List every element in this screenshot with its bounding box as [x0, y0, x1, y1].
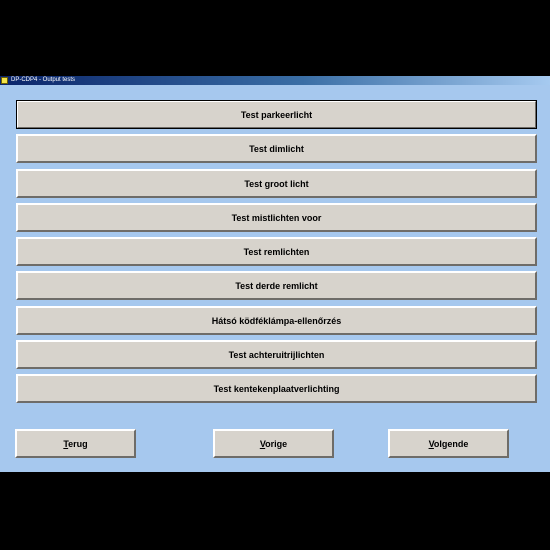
- test-remlichten-button[interactable]: Test remlichten: [16, 237, 537, 266]
- button-label: Test dimlicht: [249, 143, 304, 154]
- back-button[interactable]: Terug: [15, 429, 136, 458]
- previous-button-label: Vorige: [259, 438, 288, 449]
- app-icon: [1, 77, 8, 84]
- button-label: Test mistlichten voor: [231, 212, 322, 223]
- button-label: Test groot licht: [244, 178, 309, 189]
- test-kentekenplaatverlichting-button[interactable]: Test kentekenplaatverlichting: [16, 374, 537, 403]
- previous-button[interactable]: Vorige: [213, 429, 334, 458]
- button-label: Test kentekenplaatverlichting: [213, 383, 340, 394]
- test-dimlicht-button[interactable]: Test dimlicht: [16, 134, 537, 163]
- button-label: Test remlichten: [243, 246, 310, 257]
- button-label: Test parkeerlicht: [240, 109, 313, 120]
- next-button[interactable]: Volgende: [388, 429, 509, 458]
- title-bar[interactable]: DP-CDP4 - Output tests: [0, 76, 550, 85]
- test-parkeerlicht-button[interactable]: Test parkeerlicht: [16, 100, 537, 129]
- next-button-label: Volgende: [428, 438, 469, 449]
- test-rear-fog-lamp-button[interactable]: Hátsó ködféklámpa-ellenőrzés: [16, 306, 537, 335]
- button-label: Hátsó ködféklámpa-ellenőrzés: [211, 315, 342, 326]
- test-achteruitrijlichten-button[interactable]: Test achteruitrijlichten: [16, 340, 537, 369]
- back-button-label: Terug: [63, 438, 88, 449]
- window-title: DP-CDP4 - Output tests: [11, 77, 76, 83]
- button-label: Test achteruitrijlichten: [228, 349, 325, 360]
- test-groot-licht-button[interactable]: Test groot licht: [16, 169, 537, 198]
- button-label: Test derde remlicht: [235, 280, 318, 291]
- test-derde-remlicht-button[interactable]: Test derde remlicht: [16, 271, 537, 300]
- output-tests-window: DP-CDP4 - Output tests Test parkeerlicht…: [0, 76, 550, 472]
- test-mistlichten-voor-button[interactable]: Test mistlichten voor: [16, 203, 537, 232]
